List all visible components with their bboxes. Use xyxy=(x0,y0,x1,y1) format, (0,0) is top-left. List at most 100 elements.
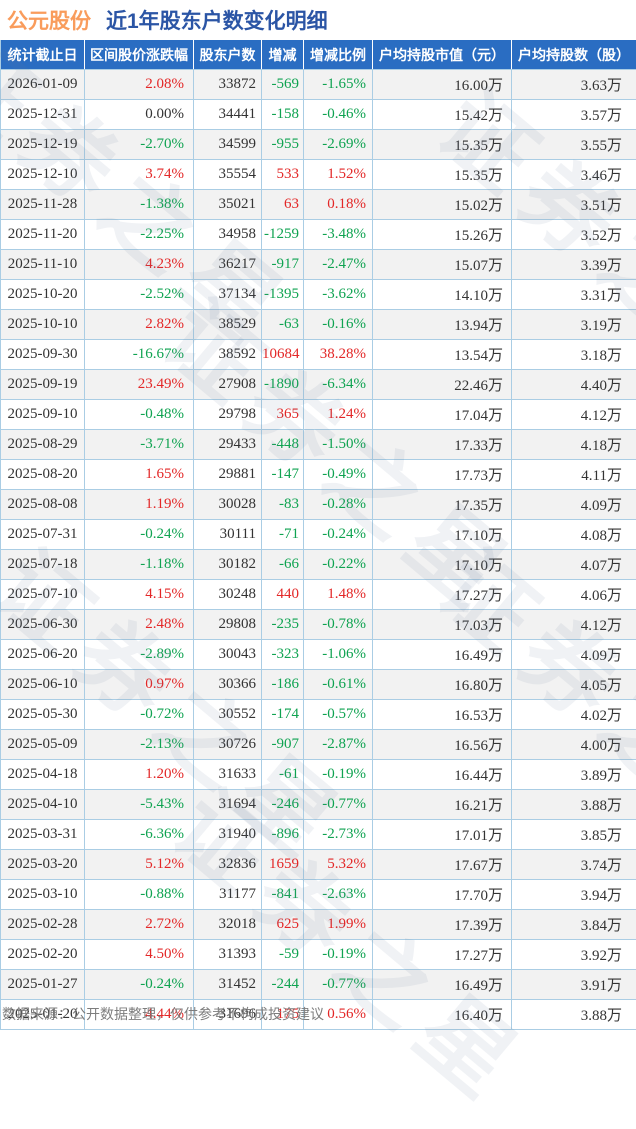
cell-avg-shares: 4.05万 xyxy=(512,670,636,700)
cell-holder-count: 35021 xyxy=(194,190,262,220)
table-row: 2025-09-10-0.48%297983651.24%17.04万4.12万 xyxy=(1,400,636,430)
table-row: 2025-04-181.20%31633-61-0.19%16.44万3.89万 xyxy=(1,760,636,790)
cell-avg-shares: 4.08万 xyxy=(512,520,636,550)
cell-avg-shares: 3.46万 xyxy=(512,160,636,190)
cell-avg-shares: 3.85万 xyxy=(512,820,636,850)
cell-price-change: -0.24% xyxy=(85,520,194,550)
cell-holder-count: 31940 xyxy=(194,820,262,850)
cell-date: 2025-06-20 xyxy=(1,640,85,670)
cell-change-ratio: -2.63% xyxy=(304,880,373,910)
table-row: 2025-12-310.00%34441-158-0.46%15.42万3.57… xyxy=(1,100,636,130)
cell-date: 2025-09-30 xyxy=(1,340,85,370)
cell-holder-count: 30182 xyxy=(194,550,262,580)
cell-avg-market-value: 17.73万 xyxy=(373,460,512,490)
table-row: 2025-10-20-2.52%37134-1395-3.62%14.10万3.… xyxy=(1,280,636,310)
cell-avg-market-value: 16.49万 xyxy=(373,640,512,670)
cell-change-ratio: -3.62% xyxy=(304,280,373,310)
cell-price-change: 0.97% xyxy=(85,670,194,700)
table-row: 2025-01-27-0.24%31452-244-0.77%16.49万3.9… xyxy=(1,970,636,1000)
cell-change-ratio: -0.46% xyxy=(304,100,373,130)
cell-change-ratio: -0.28% xyxy=(304,490,373,520)
cell-date: 2025-09-10 xyxy=(1,400,85,430)
cell-avg-market-value: 17.10万 xyxy=(373,550,512,580)
cell-change: -841 xyxy=(262,880,304,910)
table-header-row: 统计截止日区间股价涨跌幅股东户数增减增减比例户均持股市值（元）户均持股数（股） xyxy=(1,40,636,70)
column-header-1: 区间股价涨跌幅 xyxy=(85,40,194,70)
cell-date: 2025-08-29 xyxy=(1,430,85,460)
cell-date: 2025-04-10 xyxy=(1,790,85,820)
cell-price-change: -2.89% xyxy=(85,640,194,670)
cell-avg-shares: 4.12万 xyxy=(512,400,636,430)
table-body: 2026-01-092.08%33872-569-1.65%16.00万3.63… xyxy=(1,70,636,1030)
cell-avg-market-value: 16.49万 xyxy=(373,970,512,1000)
cell-change: -244 xyxy=(262,970,304,1000)
cell-price-change: -2.52% xyxy=(85,280,194,310)
cell-change: -83 xyxy=(262,490,304,520)
cell-avg-market-value: 16.00万 xyxy=(373,70,512,100)
table-row: 2025-05-09-2.13%30726-907-2.87%16.56万4.0… xyxy=(1,730,636,760)
cell-avg-market-value: 17.27万 xyxy=(373,580,512,610)
cell-change-ratio: -0.24% xyxy=(304,520,373,550)
table-row: 2025-10-102.82%38529-63-0.16%13.94万3.19万 xyxy=(1,310,636,340)
cell-avg-market-value: 17.70万 xyxy=(373,880,512,910)
cell-date: 2025-10-20 xyxy=(1,280,85,310)
cell-avg-shares: 4.18万 xyxy=(512,430,636,460)
cell-avg-market-value: 16.40万 xyxy=(373,1000,512,1030)
cell-change-ratio: 1.52% xyxy=(304,160,373,190)
cell-avg-market-value: 22.46万 xyxy=(373,370,512,400)
cell-avg-shares: 4.06万 xyxy=(512,580,636,610)
cell-date: 2025-02-20 xyxy=(1,940,85,970)
cell-avg-shares: 3.19万 xyxy=(512,310,636,340)
cell-price-change: 23.49% xyxy=(85,370,194,400)
cell-change-ratio: -0.19% xyxy=(304,760,373,790)
cell-avg-market-value: 16.21万 xyxy=(373,790,512,820)
column-header-6: 户均持股数（股） xyxy=(512,40,636,70)
cell-date: 2025-06-30 xyxy=(1,610,85,640)
cell-change-ratio: -2.87% xyxy=(304,730,373,760)
cell-avg-market-value: 17.33万 xyxy=(373,430,512,460)
cell-holder-count: 29808 xyxy=(194,610,262,640)
cell-change: -1259 xyxy=(262,220,304,250)
cell-avg-shares: 3.57万 xyxy=(512,100,636,130)
cell-holder-count: 29433 xyxy=(194,430,262,460)
cell-change: -63 xyxy=(262,310,304,340)
cell-holder-count: 30028 xyxy=(194,490,262,520)
cell-change: -174 xyxy=(262,700,304,730)
cell-holder-count: 27908 xyxy=(194,370,262,400)
cell-change-ratio: -2.73% xyxy=(304,820,373,850)
table-row: 2025-07-18-1.18%30182-66-0.22%17.10万4.07… xyxy=(1,550,636,580)
shareholder-table: 统计截止日区间股价涨跌幅股东户数增减增减比例户均持股市值（元）户均持股数（股） … xyxy=(0,40,636,1030)
cell-holder-count: 30043 xyxy=(194,640,262,670)
cell-avg-market-value: 15.02万 xyxy=(373,190,512,220)
cell-change-ratio: -0.49% xyxy=(304,460,373,490)
cell-change: -917 xyxy=(262,250,304,280)
cell-change-ratio: -2.47% xyxy=(304,250,373,280)
cell-price-change: -2.70% xyxy=(85,130,194,160)
table-row: 2026-01-092.08%33872-569-1.65%16.00万3.63… xyxy=(1,70,636,100)
cell-avg-shares: 3.89万 xyxy=(512,760,636,790)
cell-price-change: 4.50% xyxy=(85,940,194,970)
table-row: 2025-03-205.12%3283616595.32%17.67万3.74万 xyxy=(1,850,636,880)
cell-price-change: 2.08% xyxy=(85,70,194,100)
cell-holder-count: 31633 xyxy=(194,760,262,790)
cell-avg-market-value: 17.01万 xyxy=(373,820,512,850)
cell-price-change: -6.36% xyxy=(85,820,194,850)
cell-change-ratio: 1.99% xyxy=(304,910,373,940)
cell-change: -323 xyxy=(262,640,304,670)
cell-avg-shares: 3.55万 xyxy=(512,130,636,160)
cell-price-change: 4.23% xyxy=(85,250,194,280)
cell-date: 2025-07-31 xyxy=(1,520,85,550)
cell-date: 2025-05-30 xyxy=(1,700,85,730)
cell-avg-shares: 4.09万 xyxy=(512,640,636,670)
cell-change: -569 xyxy=(262,70,304,100)
cell-avg-market-value: 16.80万 xyxy=(373,670,512,700)
cell-change: -61 xyxy=(262,760,304,790)
cell-date: 2026-01-09 xyxy=(1,70,85,100)
cell-date: 2025-03-20 xyxy=(1,850,85,880)
cell-avg-market-value: 17.35万 xyxy=(373,490,512,520)
data-source-note: 数据来源：公开数据整理，仅供参考不构成投资建议 xyxy=(2,1004,324,1024)
table-row: 2025-06-20-2.89%30043-323-1.06%16.49万4.0… xyxy=(1,640,636,670)
table-row: 2025-12-103.74%355545331.52%15.35万3.46万 xyxy=(1,160,636,190)
cell-date: 2025-07-10 xyxy=(1,580,85,610)
cell-date: 2025-03-31 xyxy=(1,820,85,850)
